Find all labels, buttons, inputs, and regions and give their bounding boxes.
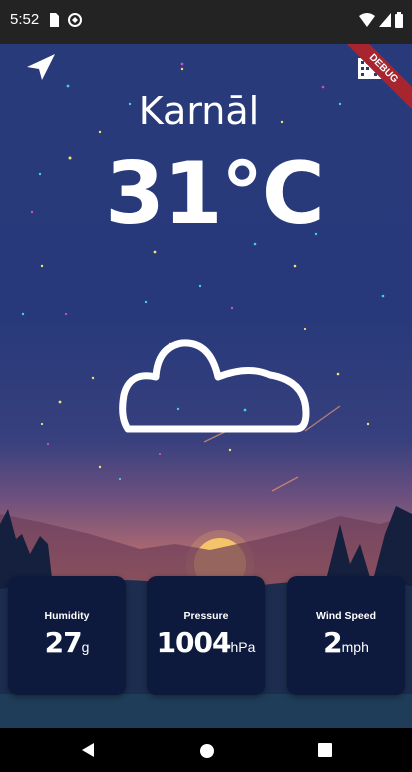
card-unit: g	[81, 639, 90, 655]
card-label: Pressure	[183, 610, 229, 622]
pressure-card: Pressure 1004hPa	[147, 576, 265, 695]
weather-app: DEBUG Karnāl 31°C Humidity 27g Pressure …	[0, 44, 412, 728]
navigation-bar	[0, 728, 412, 772]
data-saver-icon	[68, 13, 82, 27]
status-time: 5:52	[10, 11, 40, 28]
card-number: 1004	[156, 626, 232, 659]
sd-card-icon	[50, 13, 59, 27]
card-label: Wind Speed	[316, 610, 376, 622]
battery-icon	[395, 12, 403, 28]
signal-icon	[379, 13, 391, 27]
cloud-icon	[119, 339, 310, 433]
card-unit: mph	[341, 639, 369, 655]
card-value: 2mph	[287, 626, 405, 659]
recents-icon[interactable]	[318, 743, 332, 757]
city-name: Karnāl	[138, 89, 260, 133]
card-number: 27	[44, 626, 83, 659]
card-value: 1004hPa	[147, 626, 265, 659]
card-number: 2	[323, 626, 343, 659]
card-unit: hPa	[230, 639, 256, 655]
card-label: Humidity	[44, 610, 90, 622]
back-icon[interactable]	[80, 742, 96, 758]
wifi-icon	[359, 13, 375, 27]
status-bar: 5:52	[0, 0, 412, 44]
location-icon[interactable]	[25, 52, 57, 82]
home-icon[interactable]	[199, 743, 215, 759]
wind-speed-card: Wind Speed 2mph	[287, 576, 405, 695]
humidity-card: Humidity 27g	[8, 576, 126, 695]
temperature: 31°C	[105, 144, 325, 244]
card-value: 27g	[8, 626, 126, 659]
